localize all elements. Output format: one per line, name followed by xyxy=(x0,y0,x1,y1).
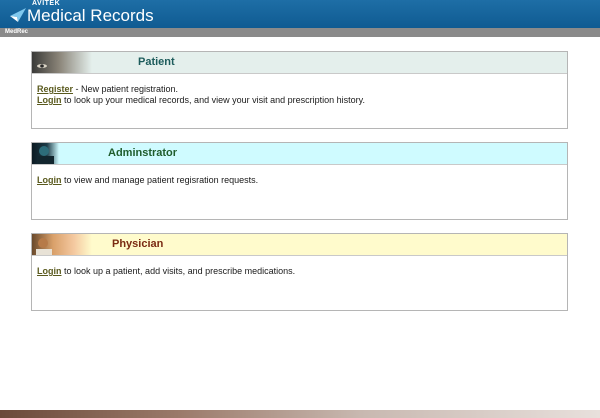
administrator-panel: Adminstrator Login to view and manage pa… xyxy=(31,142,568,220)
physician-login-link[interactable]: Login xyxy=(37,266,62,276)
physician-login-description: to look up a patient, add visits, and pr… xyxy=(61,266,296,276)
register-description: - New patient registration. xyxy=(73,84,179,94)
administrator-title: Adminstrator xyxy=(108,147,178,159)
physician-panel: Physician Login to look up a patient, ad… xyxy=(31,233,568,311)
subbar-label: MedRec xyxy=(5,29,29,35)
patient-panel: Patient Register - New patient registrat… xyxy=(31,51,568,129)
main-content: Patient Register - New patient registrat… xyxy=(0,37,600,418)
administrator-login-link[interactable]: Login xyxy=(37,175,62,185)
administrator-panel-header: Adminstrator xyxy=(32,143,567,165)
register-link[interactable]: Register xyxy=(37,84,73,94)
physician-login-line: Login to look up a patient, add visits, … xyxy=(37,266,562,277)
administrator-login-line: Login to view and manage patient regisra… xyxy=(37,175,562,186)
patient-title: Patient xyxy=(138,56,175,68)
patient-panel-body: Register - New patient registration. Log… xyxy=(32,74,567,106)
app-title: Medical Records xyxy=(27,6,154,25)
patient-panel-header: Patient xyxy=(32,52,567,74)
bottom-decorative-strip xyxy=(0,410,600,418)
physician-title: Physician xyxy=(112,238,164,250)
sub-navigation-bar: MedRec xyxy=(0,28,600,37)
administrator-panel-body: Login to view and manage patient regisra… xyxy=(32,165,567,186)
avitek-logo-icon xyxy=(10,8,26,22)
physician-photo-icon xyxy=(32,234,92,255)
patient-login-link[interactable]: Login xyxy=(37,95,62,105)
patient-login-line: Login to look up your medical records, a… xyxy=(37,95,562,106)
patient-login-description: to look up your medical records, and vie… xyxy=(61,95,365,105)
administrator-photo-icon xyxy=(32,143,92,164)
app-header: AVITEK Medical Records xyxy=(0,0,600,28)
physician-panel-body: Login to look up a patient, add visits, … xyxy=(32,256,567,277)
patient-photo-icon xyxy=(32,52,92,73)
administrator-login-description: to view and manage patient regisration r… xyxy=(61,175,259,185)
patient-register-line: Register - New patient registration. xyxy=(37,84,562,95)
physician-panel-header: Physician xyxy=(32,234,567,256)
